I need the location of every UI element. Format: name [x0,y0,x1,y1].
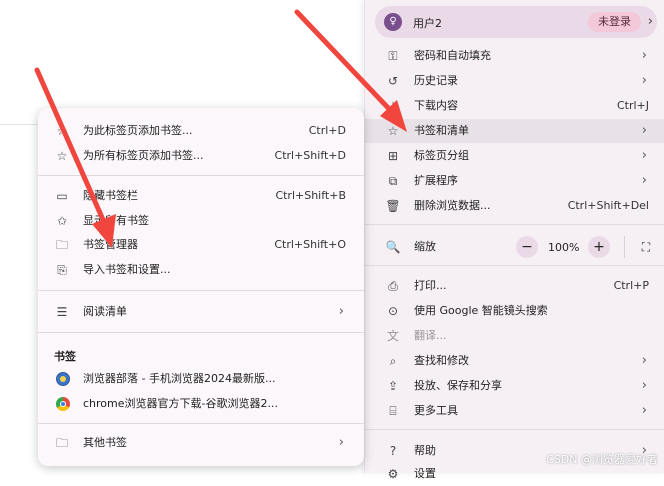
site-favicon-icon [56,372,70,386]
menu-item-passwords[interactable]: ⚿ 密码和自动填充 › [365,44,664,68]
menu-item-lens[interactable]: ⊙ 使用 Google 智能镜头搜索 [365,299,664,323]
shortcut: Ctrl+Shift+B [275,189,346,202]
star-icon: ✩ [56,214,68,228]
chevron-right-icon: › [641,173,647,188]
profile-button[interactable]: ♀ 用户2 未登录 › [375,6,657,38]
zoom-in-button[interactable]: + [588,236,610,258]
chrome-favicon-icon [56,397,70,411]
avatar: ♀ [384,13,402,31]
divider [624,236,625,258]
bookmark-manager-item[interactable]: 🗀 书签管理器 Ctrl+Shift+O [38,233,364,257]
star-icon: ☆ [56,124,68,138]
import-bookmarks-item[interactable]: ⎘ 导入书签和设置... [38,258,364,282]
menu-item-extensions[interactable]: ⧉ 扩展程序 › [365,169,664,193]
folder-icon: 🗀 [55,436,68,450]
shortcut: Ctrl+Shift+O [274,238,346,251]
divider [38,332,364,333]
chevron-right-icon: › [641,148,647,163]
divider [38,175,364,176]
zoom-icon: 🔍 [385,240,401,254]
add-bookmark-item[interactable]: ☆ 为此标签页添加书签... Ctrl+D [38,119,364,143]
chevron-right-icon: › [647,14,653,29]
menu-item-translate[interactable]: 文 翻译... [365,324,664,348]
shortcut: Ctrl+D [308,124,346,137]
menu-item-downloads[interactable]: ⤓ 下载内容 Ctrl+J [365,94,664,118]
bookmark-item[interactable]: 浏览器部落 - 手机浏览器2024最新版... [38,367,364,391]
shortcut: Ctrl+Shift+D [274,149,346,162]
signed-out-badge: 未登录 [588,12,641,32]
zoom-level: 100% [548,241,580,254]
divider [365,224,664,225]
printer-icon: ⎙ [388,279,398,293]
folder-star-icon: 🗀 [55,238,68,252]
download-icon: ⤓ [390,99,396,113]
bookmarks-submenu: ☆ 为此标签页添加书签... Ctrl+D ☆ 为所有标签页添加书签... Ct… [38,108,364,466]
hide-bookmark-bar-item[interactable]: ▭ 隐藏书签栏 Ctrl+Shift+B [38,184,364,208]
chevron-right-icon: › [641,378,647,393]
save-share-icon: ⇪ [387,379,399,393]
help-icon: ? [389,444,397,458]
tab-groups-icon: ⊞ [387,149,399,163]
menu-item-more-tools[interactable]: ⌸ 更多工具 › [365,399,664,423]
menu-item-find[interactable]: ⌕ 查找和修改 › [365,349,664,373]
menu-item-print[interactable]: ⎙ 打印... Ctrl+P [365,274,664,298]
import-icon: ⎘ [57,263,67,277]
divider [38,290,364,291]
reading-list-item[interactable]: ☰ 阅读清单 › [38,300,364,324]
history-icon: ↺ [387,74,399,88]
trash-icon: 🗑 [385,199,401,213]
chevron-right-icon: › [641,353,647,368]
bookmark-item[interactable]: chrome浏览器官方下载-谷歌浏览器2... [38,392,364,416]
chevron-right-icon: › [338,304,344,319]
key-icon: ⚿ [388,49,398,63]
star-icon: ☆ [56,149,68,163]
profile-name: 用户2 [413,17,442,30]
shortcut: Ctrl+P [613,279,649,292]
zoom-out-button[interactable]: − [516,236,538,258]
chevron-right-icon: › [641,48,647,63]
divider [365,429,664,430]
chevron-right-icon: › [641,73,647,88]
chevron-right-icon: › [641,123,647,138]
page-divider [0,124,40,125]
watermark: CSDN @浏览器爱好者 [546,453,658,466]
divider [365,265,664,266]
menu-item-zoom: 🔍 缩放 [365,235,664,259]
add-all-bookmarks-item[interactable]: ☆ 为所有标签页添加书签... Ctrl+Shift+D [38,144,364,168]
reading-list-icon: ☰ [56,305,68,319]
shortcut: Ctrl+J [616,99,649,112]
bookmarks-section-heading: 书签 [54,350,76,363]
menu-item-clear-data[interactable]: 🗑 删除浏览数据... Ctrl+Shift+Del [365,194,664,218]
chevron-right-icon: › [641,403,647,418]
puzzle-icon: ⧉ [388,174,398,188]
menu-item-tab-groups[interactable]: ⊞ 标签页分组 › [365,144,664,168]
star-icon: ☆ [387,124,399,138]
translate-icon: 文 [386,329,399,343]
chevron-right-icon: › [338,435,344,450]
menu-item-cast[interactable]: ⇪ 投放、保存和分享 › [365,374,664,398]
chrome-main-menu: ♀ 用户2 未登录 › ⚿ 密码和自动填充 › ↺ 历史记录 › ⤓ 下载内容 … [364,0,664,481]
shortcut: Ctrl+Shift+Del [567,199,649,212]
other-bookmarks-item[interactable]: 🗀 其他书签 › [38,431,364,455]
fullscreen-icon[interactable]: ⛶ [637,238,655,256]
bookmark-bar-icon: ▭ [56,189,68,203]
show-all-bookmarks-item[interactable]: ✩ 显示所有书签 [38,209,364,233]
lens-icon: ⊙ [387,304,399,318]
find-icon: ⌕ [389,354,397,368]
menu-item-bookmarks[interactable]: ☆ 书签和清单 › [365,119,664,143]
toolbox-icon: ⌸ [389,404,397,418]
divider [38,423,364,424]
menu-item-history[interactable]: ↺ 历史记录 › [365,69,664,93]
gear-icon: ⚙ [387,467,399,481]
